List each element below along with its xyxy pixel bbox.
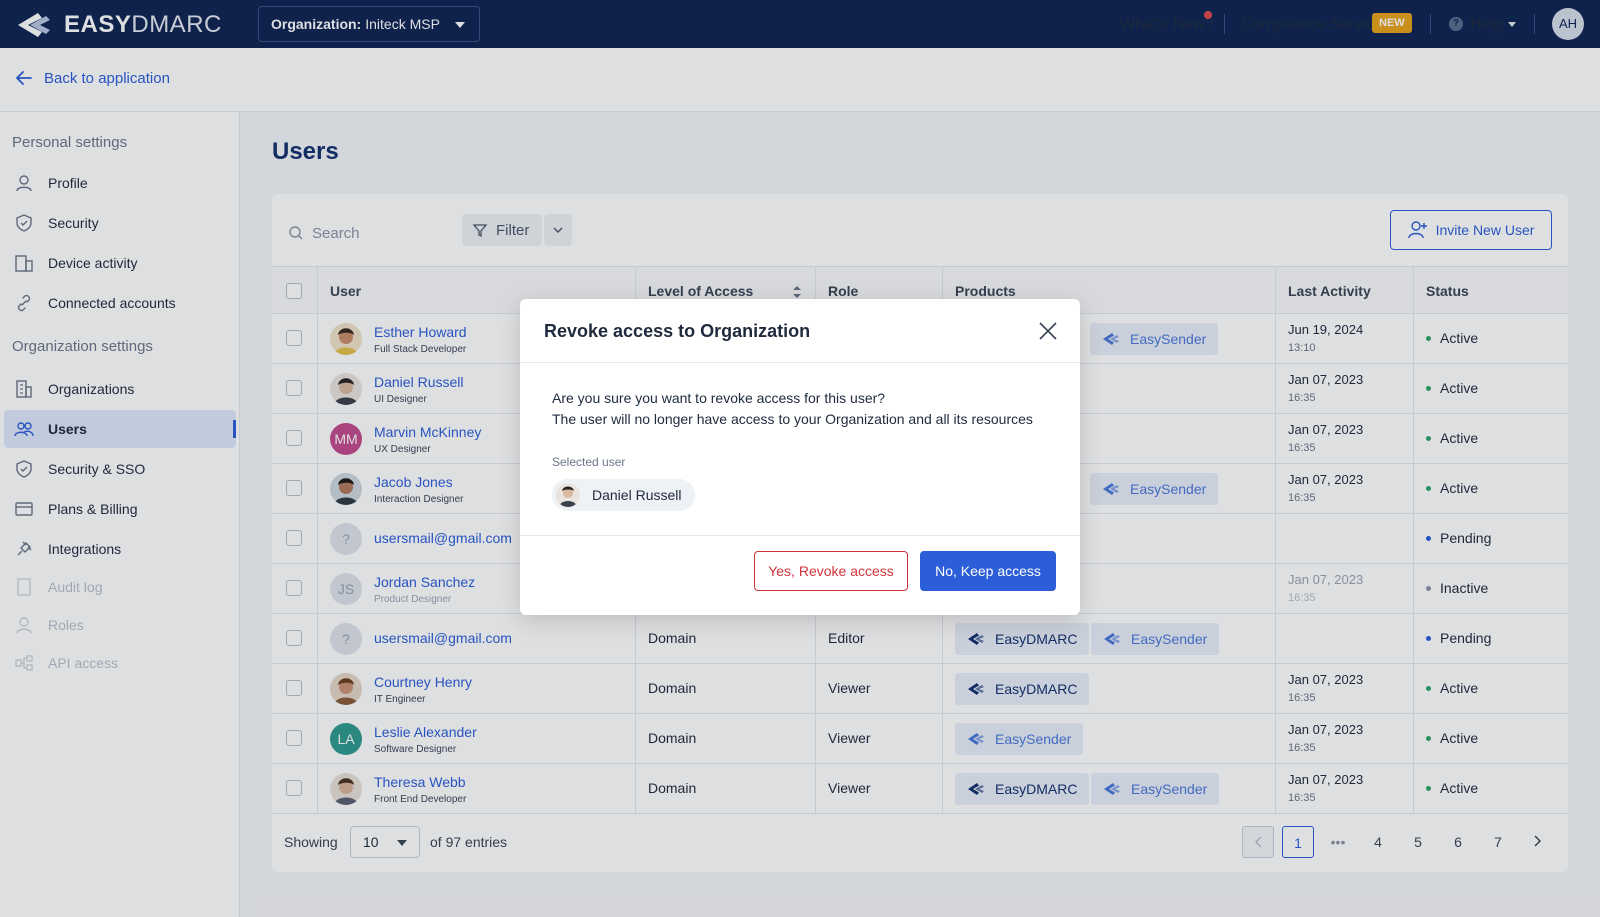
close-icon[interactable] [1038, 321, 1058, 341]
selected-user-chip: Daniel Russell [552, 479, 696, 511]
dialog-title: Revoke access to Organization [544, 321, 811, 341]
dialog-message-line-1: Are you sure you want to revoke access f… [552, 390, 886, 406]
keep-access-button[interactable]: No, Keep access [920, 551, 1056, 591]
revoke-access-dialog: Revoke access to Organization Are you su… [520, 299, 1080, 615]
dialog-message-line-2: The user will no longer have access to y… [552, 411, 1033, 427]
selected-user-name: Daniel Russell [592, 487, 682, 503]
selected-user-label: Selected user [552, 455, 626, 469]
divider [520, 362, 1080, 363]
revoke-access-button[interactable]: Yes, Revoke access [754, 551, 908, 591]
avatar [556, 483, 580, 507]
divider [520, 535, 1080, 536]
